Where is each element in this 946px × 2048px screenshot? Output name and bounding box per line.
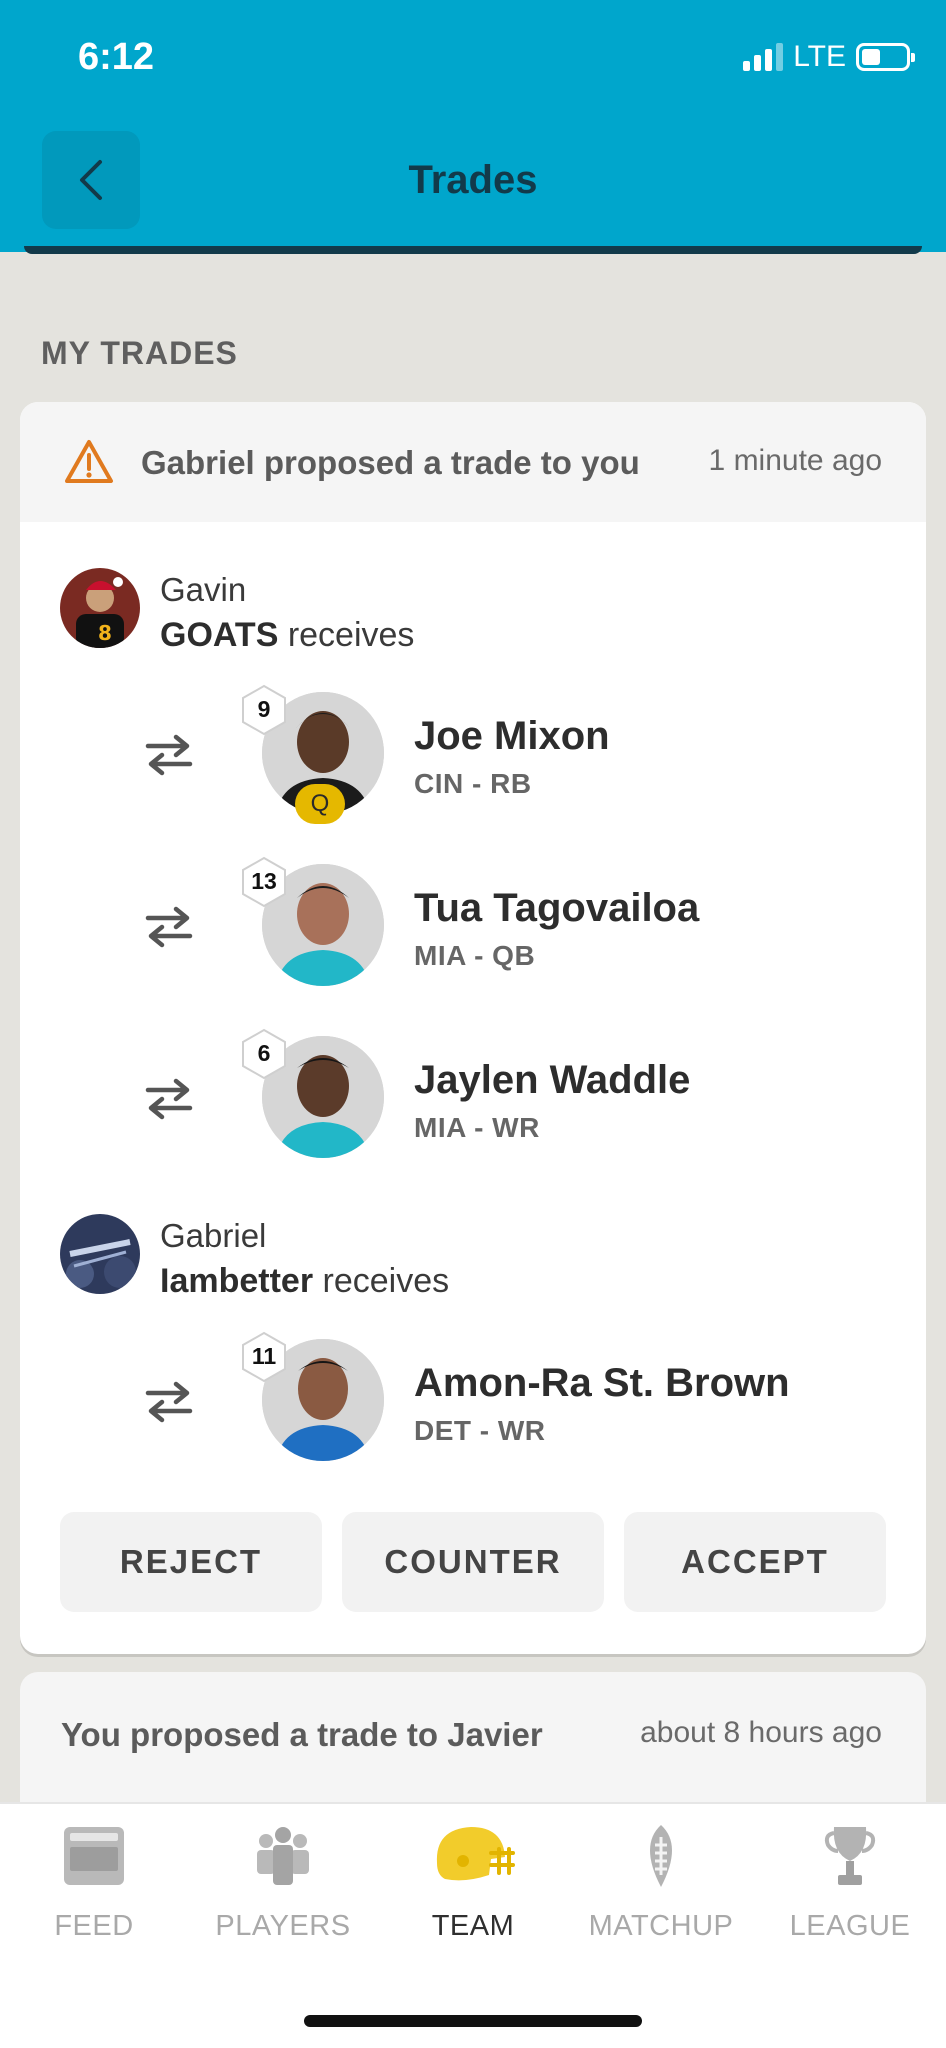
section-heading: MY TRADES [41, 335, 238, 371]
trade-message: Gabriel proposed a trade to you [141, 444, 640, 481]
reject-button[interactable]: REJECT [60, 1512, 322, 1612]
counter-button[interactable]: COUNTER [342, 1512, 604, 1612]
status-time: 6:12 [78, 36, 155, 78]
team-name: GOATS [160, 616, 279, 654]
player-row[interactable]: 13 Tua Tagovailoa MIA - QB [20, 856, 926, 988]
trade-card: Gabriel proposed a trade to you 1 minute… [20, 402, 926, 1654]
player-name: Amon-Ra St. Brown [414, 1361, 790, 1405]
swap-icon [145, 906, 193, 948]
accept-button[interactable]: ACCEPT [624, 1512, 886, 1612]
swap-icon [145, 734, 193, 776]
signal-icon [743, 43, 784, 71]
status-indicators: LTE [743, 40, 915, 74]
team-name: Iambetter [160, 1262, 314, 1300]
trophy-icon [805, 1816, 895, 1896]
nav-league[interactable]: LEAGUE [770, 1816, 930, 1943]
trade-card-header[interactable]: Gabriel proposed a trade to you 1 minute… [20, 402, 926, 522]
receives-label: receives [313, 1262, 450, 1300]
player-team-position: CIN - RB [414, 768, 532, 799]
rank-badge: 11 [240, 1331, 288, 1383]
player-team-position: MIA - QB [414, 940, 536, 971]
player-row[interactable]: 11 Amon-Ra St. Brown DET - WR [20, 1331, 926, 1463]
team-receives-header: 8 Gavin GOATS receives [60, 568, 414, 658]
rank-badge: 13 [240, 856, 288, 908]
team-owner: Gavin [160, 571, 247, 608]
swap-icon [145, 1381, 193, 1423]
rank-badge: 9 [240, 684, 288, 736]
nav-feed[interactable]: FEED [14, 1816, 174, 1943]
player-name: Jaylen Waddle [414, 1058, 691, 1102]
svg-text:8: 8 [98, 621, 112, 645]
home-indicator [304, 2015, 642, 2027]
players-icon [238, 1816, 328, 1896]
trade-time: 1 minute ago [708, 444, 882, 477]
receives-label: receives [278, 616, 415, 654]
avatar [60, 1214, 140, 1294]
avatar: 8 [60, 568, 140, 648]
player-team-position: MIA - WR [414, 1112, 540, 1143]
team-receives-header: Gabriel Iambetter receives [60, 1214, 449, 1304]
trade-card-header[interactable]: You proposed a trade to Javier about 8 h… [20, 1672, 926, 1812]
questionable-badge: Q [295, 784, 345, 824]
page-title: Trades [408, 158, 538, 202]
app-header: 6:12 LTE Trades [0, 0, 946, 254]
player-team-position: DET - WR [414, 1415, 546, 1446]
nav-players[interactable]: PLAYERS [203, 1816, 363, 1943]
trade-actions: REJECT COUNTER ACCEPT [60, 1512, 886, 1612]
warning-icon [65, 440, 113, 483]
battery-icon [856, 43, 915, 71]
helmet-icon [428, 1816, 518, 1896]
team-owner: Gabriel [160, 1217, 267, 1254]
rank-badge: 6 [240, 1028, 288, 1080]
football-icon [616, 1816, 706, 1896]
nav-team[interactable]: TEAM [393, 1816, 553, 1943]
trade-time: about 8 hours ago [640, 1716, 882, 1749]
nav-matchup[interactable]: MATCHUP [581, 1816, 741, 1943]
player-name: Tua Tagovailoa [414, 886, 700, 930]
network-label: LTE [793, 40, 846, 73]
player-row[interactable]: 9 Q Joe Mixon CIN - RB [20, 684, 926, 824]
swap-icon [145, 1078, 193, 1120]
player-name: Joe Mixon [414, 714, 610, 758]
player-row[interactable]: 6 Jaylen Waddle MIA - WR [20, 1028, 926, 1160]
header-divider [24, 246, 922, 254]
bottom-nav: FEED PLAYERS TEAM MATCHUP LEAGUE [0, 1802, 946, 2048]
trade-message: You proposed a trade to Javier [61, 1716, 543, 1753]
feed-icon [49, 1816, 139, 1896]
